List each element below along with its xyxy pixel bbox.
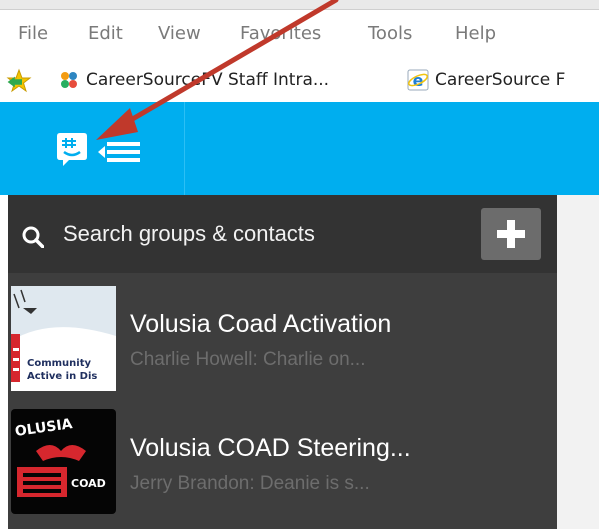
main-panel [557, 195, 599, 529]
menu-favorites[interactable]: Favorites [240, 23, 321, 44]
search-input[interactable]: Search groups & contacts [63, 221, 315, 247]
app-header [0, 102, 599, 195]
group-name: Volusia COAD Steering... [130, 434, 411, 462]
browser-menubar: File Edit View Favorites Tools Help [0, 10, 599, 58]
colorful-flower-favicon [61, 72, 77, 88]
groupme-logo-icon[interactable] [57, 133, 87, 167]
favorite-label: CareerSourceFV Staff Intra... [86, 70, 330, 90]
window-top-edge [0, 0, 599, 10]
hamburger-menu-icon[interactable] [98, 141, 140, 163]
group-name: Volusia Coad Activation [130, 310, 392, 338]
favorites-star-icon[interactable] [6, 68, 32, 94]
menu-view[interactable]: View [158, 23, 201, 44]
search-icon [22, 226, 44, 248]
header-divider [184, 102, 185, 195]
group-avatar-coad-steering: OLUSIA COAD [11, 409, 116, 514]
group-last-message: Jerry Brandon: Deanie is s... [130, 473, 370, 494]
favorite-link-staff-intranet[interactable]: CareerSourceFV Staff Intra... [58, 66, 329, 94]
internet-explorer-icon: e [407, 69, 429, 91]
favorite-label: CareerSource F [435, 70, 566, 90]
menu-file[interactable]: File [18, 23, 48, 44]
plus-icon [497, 220, 525, 248]
group-avatar-coad-activation: Community Active in Dis [11, 286, 116, 391]
group-last-message: Charlie Howell: Charlie on... [130, 349, 366, 370]
favorite-link-careersource[interactable]: e CareerSource F [407, 66, 565, 94]
favorites-bar: CareerSourceFV Staff Intra... e CareerSo… [0, 58, 599, 102]
avatar-text: Active in Dis [27, 371, 97, 382]
avatar-text: COAD [71, 477, 106, 490]
menu-tools[interactable]: Tools [368, 23, 412, 44]
avatar-text: Community [27, 358, 91, 369]
menu-edit[interactable]: Edit [88, 23, 123, 44]
page-gutter [0, 195, 8, 529]
menu-help[interactable]: Help [455, 23, 496, 44]
add-group-button[interactable] [481, 208, 541, 260]
